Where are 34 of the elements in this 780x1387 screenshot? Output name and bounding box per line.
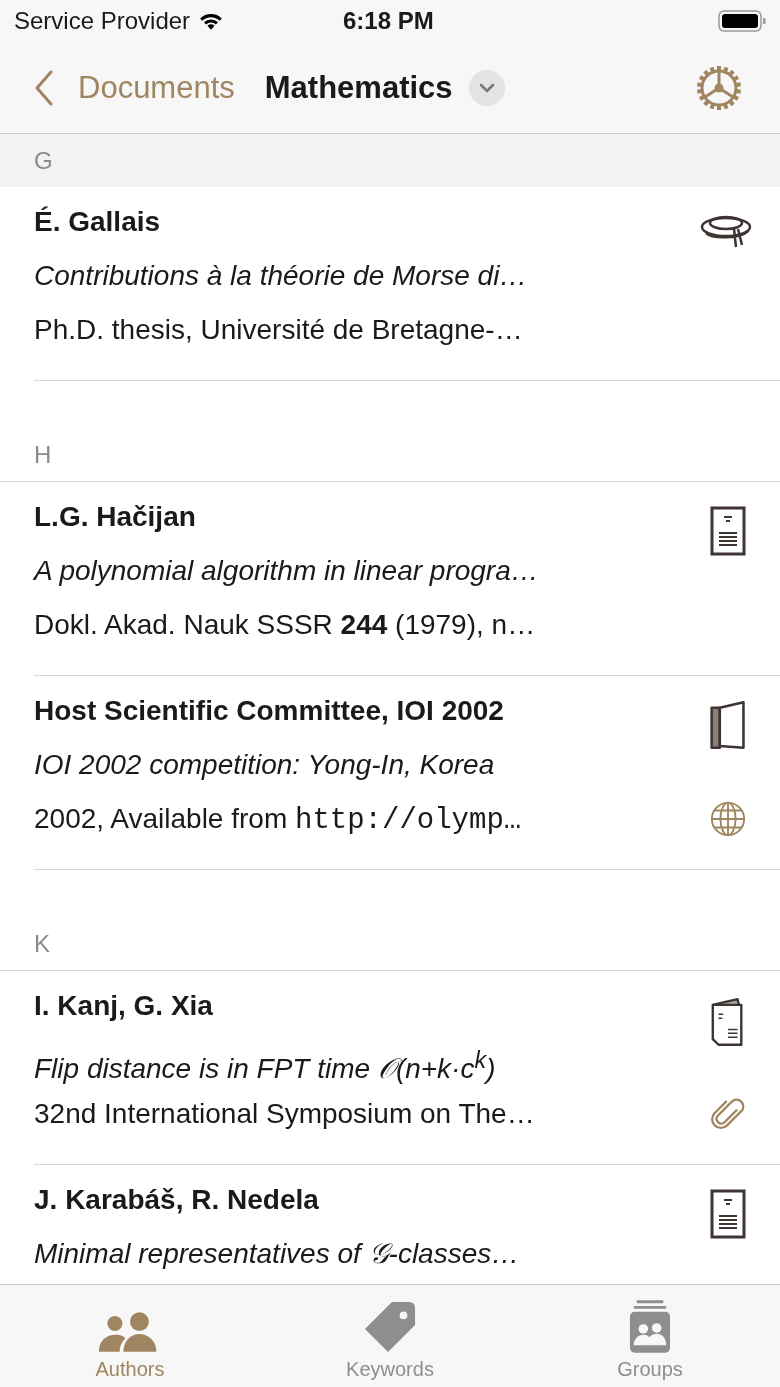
document-authors: I. Kanj, G. Xia xyxy=(34,989,214,1023)
document-source: 32nd International Symposium on The… xyxy=(34,1097,536,1131)
collection-title: Mathematics xyxy=(264,69,453,106)
document-row[interactable]: I. Kanj, G. Xia Flip distance is in FPT time 𝒪(n+k·c$^{k}$) 32nd International Symposium on The… xyxy=(34,971,780,1165)
clock-time: 6:18 PM xyxy=(343,7,434,35)
document-source: Ph.D. thesis, Université de Bretagne-… xyxy=(34,313,524,347)
dropdown-icon[interactable] xyxy=(468,69,505,106)
globe-icon xyxy=(709,800,747,838)
document-icon xyxy=(710,1189,746,1239)
document-authors: J. Karabáš, R. Nedela xyxy=(34,1183,320,1217)
back-chevron-icon xyxy=(34,69,54,106)
document-title: Contributions à la théorie de Morse di… xyxy=(34,259,529,293)
tag-icon xyxy=(363,1300,417,1354)
document-source: 2002, Available from http://olymp… xyxy=(34,802,523,839)
section-letter: G xyxy=(34,146,53,175)
battery-icon xyxy=(718,9,766,33)
document-authors: Host Scientific Committee, IOI 2002 xyxy=(34,694,505,728)
document-row[interactable]: Host Scientific Committee, IOI 2002 IOI 2002 competition: Yong-In, Korea 2002, Available from http://olymp… xyxy=(34,676,780,870)
wifi-icon xyxy=(198,11,225,31)
document-icon xyxy=(710,506,746,556)
document-title: Minimal representatives of 𝒢-classes… xyxy=(34,1237,521,1271)
section-letter: H xyxy=(34,441,52,469)
document-row[interactable]: É. Gallais Contributions à la théorie de Morse di… Ph.D. thesis, Université de Bretagne-… xyxy=(34,187,780,381)
section-letter: K xyxy=(34,930,50,958)
document-source: Dokl. Akad. Nauk SSSR 244 (1979), n… xyxy=(34,608,537,642)
document-title: A polynomial algorithm in linear progra… xyxy=(34,554,540,588)
carrier-name: Service Provider xyxy=(14,7,191,35)
document-title: IOI 2002 competition: Yong-In, Korea xyxy=(34,748,496,782)
book-icon xyxy=(708,700,748,752)
group-folder-icon xyxy=(629,1300,671,1354)
document-title: Flip distance is in FPT time 𝒪(n+k·c$^{k}$) xyxy=(34,1046,497,1087)
document-authors: É. Gallais xyxy=(34,205,162,239)
document-row[interactable]: L.G. Hačijan A polynomial algorithm in linear progra… Dokl. Akad. Nauk SSSR 244 (1979), n… xyxy=(34,482,780,676)
document-authors: L.G. Hačijan xyxy=(34,500,197,534)
